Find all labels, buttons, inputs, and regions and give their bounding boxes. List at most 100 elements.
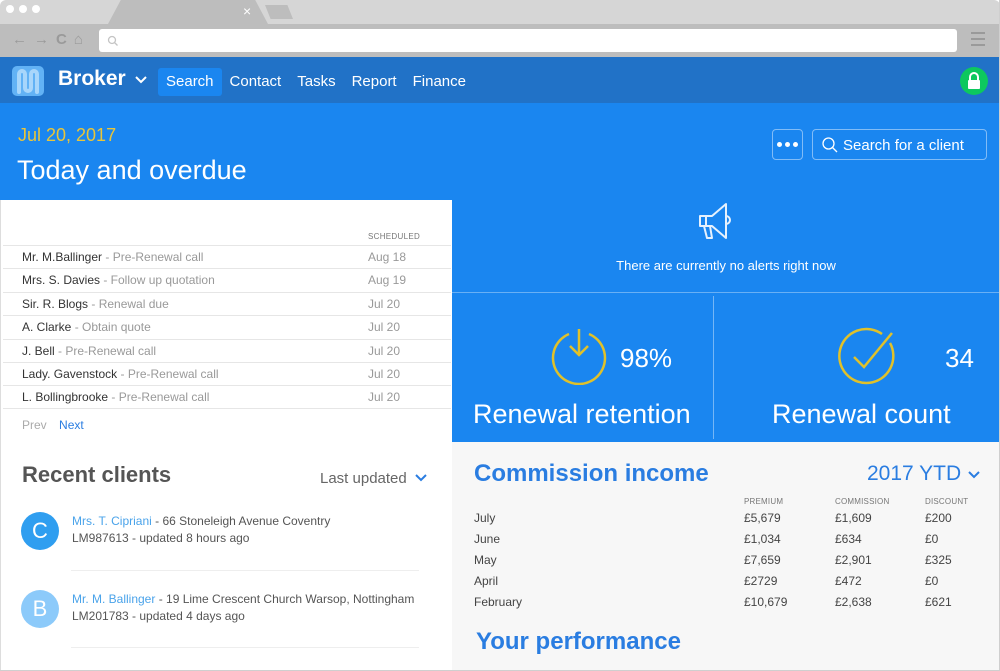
window-close-dot[interactable] [6,5,14,13]
client-address: - 66 Stoneleigh Avenue Coventry [151,514,331,528]
browser-menu-icon[interactable] [971,32,985,50]
commission-value: £2,638 [835,595,872,609]
task-date: Jul 20 [368,366,401,381]
sort-dropdown[interactable]: Last updated [320,470,427,487]
app-navbar: Broker Search Contact Tasks Report Finan… [0,57,1000,103]
task-client-name: Mrs. S. Davies [22,273,101,288]
home-icon[interactable]: ⌂ [74,31,83,48]
url-bar[interactable] [99,29,957,52]
task-description: - Pre-Renewal call [102,250,204,264]
discount-value: £325 [925,553,952,567]
window-maximize-dot[interactable] [32,5,40,13]
divider [452,292,1000,293]
task-date: Jul 20 [368,390,401,405]
tab-close-icon[interactable]: × [243,3,251,19]
client-meta: LM201783 - updated 4 days ago [72,609,245,623]
task-date: Jul 20 [368,343,401,358]
nav-item-search[interactable]: Search [158,68,222,96]
renewal-count-card[interactable]: 34 Renewal count [714,295,1000,440]
task-row[interactable]: Mr. M.Ballinger - Pre-Renewal call Aug 1… [3,245,451,268]
brand-name[interactable]: Broker [58,67,126,91]
commission-row: February £10,679 £2,638 £621 [474,595,994,616]
client-address: - 19 Lime Crescent Church Warsop, Nottin… [155,592,415,606]
chevron-down-icon [968,471,980,479]
commission-row: July £5,679 £1,609 £200 [474,511,994,532]
commission-row: May £7,659 £2,901 £325 [474,553,994,574]
new-tab-button[interactable] [265,5,293,19]
month: July [474,511,496,525]
prev-page-link[interactable]: Prev [22,418,47,432]
task-row[interactable]: Sir. R. Blogs - Renewal due Jul 20 [3,291,451,315]
retention-label: Renewal retention [473,399,691,429]
task-client-name: A. Clarke [22,320,72,335]
browser-toolbar: ← → C ⌂ [0,24,1000,57]
premium-value: £10,679 [744,595,788,609]
reload-icon[interactable]: C [56,31,67,48]
broker-logo-icon[interactable] [12,66,44,96]
lock-button[interactable] [960,67,988,95]
discount-value: £621 [925,595,952,609]
alerts-panel: There are currently no alerts right now [452,200,1000,293]
task-client-name: L. Bollingbrooke [22,390,109,405]
divider [71,570,419,571]
next-page-link[interactable]: Next [59,418,84,432]
dot-icon [785,142,790,147]
megaphone-icon [699,203,731,239]
chevron-down-icon[interactable] [134,72,148,86]
nav-item-contact[interactable]: Contact [222,68,290,96]
task-row[interactable]: Lady. Gavenstock - Pre-Renewal call Jul … [3,361,451,385]
page-title: Today and overdue [17,155,247,185]
window-controls[interactable] [6,5,40,13]
checkmark-circle-icon [838,327,895,385]
task-date: Aug 19 [368,273,407,288]
task-description: - Renewal due [88,296,169,311]
search-icon [822,137,838,153]
month: June [474,532,501,546]
month: May [474,553,497,567]
performance-title: Your performance [476,628,681,655]
nav-item-tasks[interactable]: Tasks [289,68,343,96]
search-icon [107,35,118,46]
task-date: Jul 20 [368,296,401,311]
scheduled-column-header: SCHEDULED [368,232,421,241]
task-date: Aug 18 [368,250,407,264]
task-description: - Follow up quotation [100,273,215,288]
more-options-button[interactable] [772,129,803,160]
forward-arrow-icon[interactable]: → [34,31,49,48]
task-description: - Pre-Renewal call [108,390,210,405]
client-name-link[interactable]: Mrs. T. Cipriani [72,514,152,528]
commission-income-panel: Commission income 2017 YTD PREMIUM COMMI… [452,442,1000,671]
task-description: - Pre-Renewal call [54,343,157,358]
premium-value: £1,034 [744,532,781,546]
browser-tab-strip: × [0,0,1000,24]
nav-item-finance[interactable]: Finance [405,68,474,96]
renewal-retention-card[interactable]: 98% Renewal retention [452,295,713,440]
download-circle-icon [551,329,607,385]
task-row[interactable]: Mrs. S. Davies - Follow up quotation Aug… [3,268,451,291]
client-list-item[interactable]: B Mr. M. Ballinger - 19 Lime Crescent Ch… [21,590,421,650]
recent-clients-title: Recent clients [22,462,172,487]
period-dropdown[interactable]: 2017 YTD [867,462,981,486]
task-client-name: Sir. R. Blogs [22,296,89,311]
client-name-link[interactable]: Mr. M. Ballinger [72,592,155,606]
back-arrow-icon[interactable]: ← [12,31,27,48]
window-minimize-dot[interactable] [19,5,27,13]
chevron-down-icon [415,474,427,482]
client-list-item[interactable]: C Mrs. T. Cipriani - 66 Stoneleigh Avenu… [21,512,421,572]
current-date: Jul 20, 2017 [18,125,117,145]
tasks-panel: SCHEDULED Mr. M.Ballinger - Pre-Renewal … [0,200,452,671]
nav-item-report[interactable]: Report [344,68,405,96]
task-description: - Obtain quote [71,320,151,335]
task-row[interactable]: L. Bollingbrooke - Pre-Renewal call Jul … [3,385,451,409]
commission-row: April £2729 £472 £0 [474,574,994,595]
pagination: Prev Next [22,418,84,432]
task-row[interactable]: A. Clarke - Obtain quote Jul 20 [3,315,451,338]
task-date: Jul 20 [368,320,401,335]
task-row[interactable]: J. Bell - Pre-Renewal call Jul 20 [3,338,451,362]
retention-value: 98% [620,343,673,373]
task-client-name: J. Bell [22,343,55,358]
client-search[interactable] [812,129,987,160]
commission-value: £634 [835,532,862,546]
discount-value: £0 [925,532,939,546]
client-search-input[interactable] [843,134,983,156]
